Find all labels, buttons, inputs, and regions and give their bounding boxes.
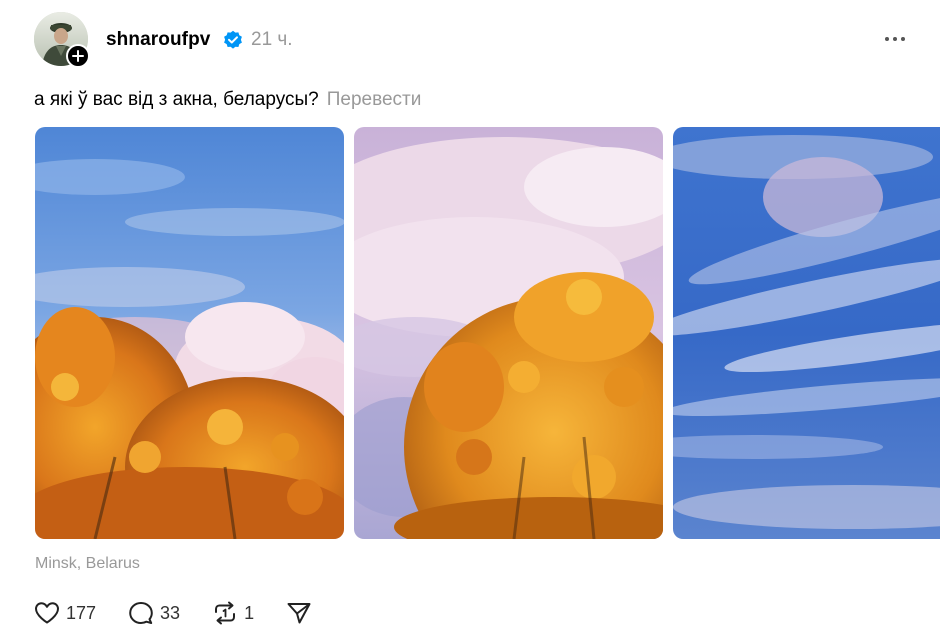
comment-bubble-icon xyxy=(129,602,153,624)
post-caption: а які ў вас від з акна, беларусы? Перевес… xyxy=(34,89,421,111)
like-button[interactable]: 177 xyxy=(34,601,96,625)
send-icon xyxy=(287,603,311,624)
share-button[interactable] xyxy=(286,601,312,625)
repost-icon xyxy=(215,601,236,625)
verified-badge-icon xyxy=(224,30,242,49)
post-location[interactable]: Minsk, Belarus xyxy=(35,555,140,573)
repost-count: 1 xyxy=(244,602,255,623)
repost-button[interactable]: 1 xyxy=(212,601,254,625)
photo-carousel[interactable] xyxy=(35,127,940,539)
photo-2[interactable] xyxy=(354,127,663,539)
more-options-button[interactable] xyxy=(880,28,910,50)
avatar-container[interactable] xyxy=(34,12,90,68)
post-header: shnaroufpv 21 ч. xyxy=(34,12,910,68)
heart-icon xyxy=(35,602,59,624)
username[interactable]: shnaroufpv xyxy=(106,29,210,51)
photo-1[interactable] xyxy=(35,127,344,539)
caption-text: а які ў вас від з акна, беларусы? xyxy=(34,89,319,110)
comment-button[interactable]: 33 xyxy=(128,601,180,625)
action-bar: 177 33 1 xyxy=(34,598,344,628)
comment-count: 33 xyxy=(160,602,181,623)
translate-link[interactable]: Перевести xyxy=(327,89,422,110)
photo-3[interactable] xyxy=(673,127,940,539)
more-options-icon xyxy=(885,37,905,41)
follow-button[interactable] xyxy=(66,44,90,68)
like-count: 177 xyxy=(66,602,97,623)
plus-icon xyxy=(72,50,84,62)
post-timestamp[interactable]: 21 ч. xyxy=(251,29,293,51)
